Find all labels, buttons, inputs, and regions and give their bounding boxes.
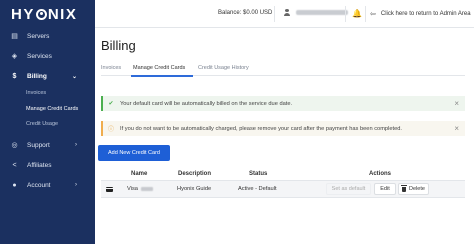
close-icon[interactable]: ×: [454, 124, 459, 133]
card-name: Visa: [127, 186, 153, 192]
server-icon: ▤: [11, 33, 18, 40]
tab-credit-usage-history[interactable]: Credit Usage History: [198, 65, 249, 71]
return-to-admin-label: Click here to return to Admin Area: [380, 11, 471, 17]
sidebar-subitem-invoices[interactable]: Invoices: [26, 90, 46, 96]
logo-o-icon: [35, 9, 47, 20]
column-header-status: Status: [249, 171, 268, 177]
page-title: Billing: [101, 38, 136, 53]
info-alert-text: Your default card will be automatically …: [120, 100, 293, 107]
sidebar-item-label: Services: [27, 52, 52, 60]
hyonix-logo[interactable]: HY NIX: [11, 6, 77, 23]
share-icon: <: [12, 161, 17, 169]
chevron-right-icon: ›: [75, 142, 77, 148]
table-row: Visa Hyonix Guide Active - Default Set a…: [101, 180, 465, 198]
active-tab-indicator: [131, 75, 193, 77]
sidebar-item-label: Servers: [27, 32, 50, 40]
divider: [274, 6, 275, 22]
sidebar-item-label: Support: [27, 141, 50, 149]
column-header-name: Name: [131, 171, 148, 177]
chevron-down-icon: ⌄: [71, 73, 77, 80]
info-circle-icon: ⓘ: [107, 127, 114, 133]
sidebar-item-label: Billing: [27, 72, 47, 80]
warning-alert-text: If you do not want to be automatically c…: [120, 125, 403, 132]
logo-text-end: NIX: [47, 6, 78, 23]
user-circle-icon: ●: [12, 181, 17, 189]
edit-button[interactable]: Edit: [374, 183, 396, 195]
check-circle-icon: ✔: [108, 101, 114, 107]
add-credit-card-button[interactable]: Add New Credit Card: [98, 145, 170, 161]
logo-text-start: HY: [11, 6, 35, 23]
chevron-right-icon: ›: [75, 182, 77, 188]
user-icon: [284, 9, 290, 16]
info-alert: ✔ Your default card will be automaticall…: [101, 96, 465, 111]
divider: [365, 6, 366, 22]
sidebar-item-label: Affiliates: [27, 161, 52, 169]
sidebar-subitem-manage-credit-cards[interactable]: Manage Credit Cards: [26, 106, 78, 112]
top-bar: Balance: $0.00 USD ▼ 🔔 ⇦ Click here to r…: [95, 0, 474, 28]
warning-alert: ⓘ If you do not want to be automatically…: [101, 121, 465, 136]
sidebar-item-affiliates[interactable]: < Affiliates: [0, 156, 95, 174]
dollar-icon: $: [12, 72, 17, 80]
billing-tabs: Invoices Manage Credit Cards Credit Usag…: [101, 62, 465, 77]
return-to-admin-link[interactable]: ⇦ Click here to return to Admin Area: [370, 10, 471, 18]
cube-icon: ◈: [11, 53, 18, 60]
sidebar-item-label: Account: [27, 181, 51, 189]
set-default-button[interactable]: Set as default: [326, 183, 371, 195]
sidebar-item-billing[interactable]: $ Billing ⌄: [0, 67, 95, 85]
delete-label: Delete: [409, 186, 425, 192]
card-brand: Visa: [127, 186, 138, 192]
user-name-redacted: [296, 10, 348, 15]
card-status: Active - Default: [238, 186, 277, 192]
balance-display: Balance: $0.00 USD: [218, 10, 273, 16]
sidebar-item-support[interactable]: ◎ Support ›: [0, 136, 95, 154]
tab-manage-credit-cards[interactable]: Manage Credit Cards: [133, 65, 185, 71]
divider: [345, 6, 346, 22]
sign-out-icon: ⇦: [370, 11, 376, 18]
sidebar-item-servers[interactable]: ▤ Servers: [0, 27, 95, 45]
card-description: Hyonix Guide: [177, 186, 212, 192]
column-header-actions: Actions: [369, 171, 392, 177]
sidebar: HY NIX ▤ Servers ◈ Services $ Billing ⌄ I…: [0, 0, 95, 244]
delete-button[interactable]: Delete: [398, 183, 429, 195]
sidebar-item-services[interactable]: ◈ Services: [0, 47, 95, 65]
bell-icon[interactable]: 🔔: [352, 9, 362, 18]
column-header-description: Description: [178, 171, 212, 177]
sidebar-item-account[interactable]: ● Account ›: [0, 176, 95, 194]
tab-invoices[interactable]: Invoices: [101, 65, 121, 71]
trash-icon: [401, 184, 408, 192]
card-number-redacted: [140, 186, 153, 191]
lifebuoy-icon: ◎: [11, 142, 18, 149]
credit-card-icon: [106, 187, 113, 192]
sidebar-subitem-credit-usage[interactable]: Credit Usage: [26, 121, 58, 127]
user-menu[interactable]: ▼: [284, 9, 359, 16]
close-icon[interactable]: ×: [454, 99, 459, 108]
